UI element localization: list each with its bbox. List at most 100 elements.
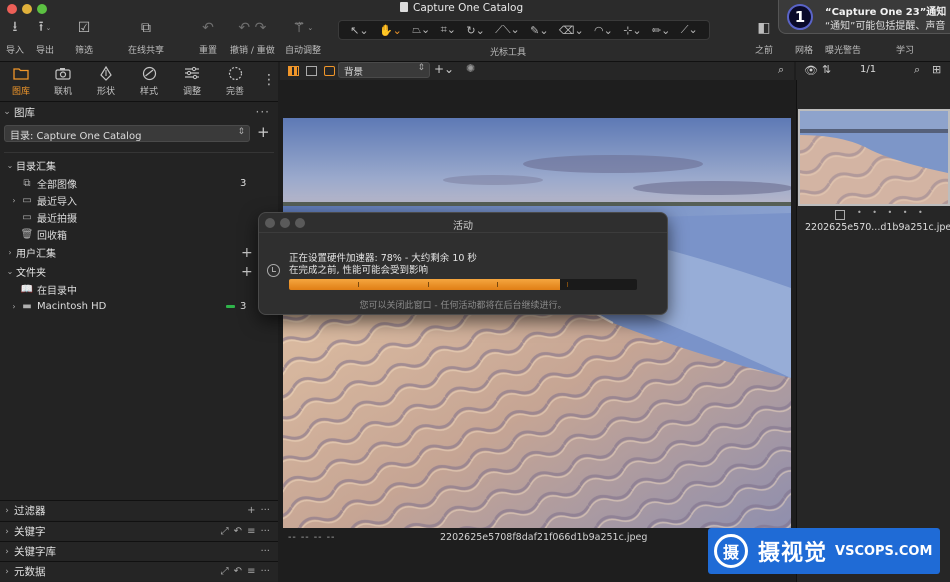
grid-view-icon[interactable]	[288, 66, 299, 76]
pan-hand-icon[interactable]: ✋⌄	[379, 24, 402, 37]
catalog-select[interactable]: 目录: Capture One Catalog ⇕	[4, 125, 250, 142]
more-options-icon[interactable]: ···	[260, 526, 270, 537]
import-button[interactable]: ⭳ 导入	[6, 18, 24, 56]
image-viewer[interactable]: -- -- -- -- 2202625e5708f8daf21f066d1b9a…	[280, 80, 794, 582]
folder-macintosh-hd[interactable]: › ▬ Macintosh HD 3	[4, 298, 274, 315]
tab-shape[interactable]: 形状	[85, 62, 127, 102]
book-icon: 📖	[20, 284, 34, 295]
eye-icon[interactable]: 👁	[804, 64, 818, 77]
notification-text: “通知”可能包括提醒、声音	[825, 21, 946, 32]
undo-icon[interactable]: ↶	[234, 566, 242, 577]
library-section-header[interactable]: ⌄ 图库 ···	[0, 102, 278, 122]
all-images-icon: ⧉	[23, 178, 31, 189]
before-after-icon: ◧	[757, 20, 771, 36]
collection-trash[interactable]: 🗑 回收箱	[4, 226, 274, 243]
filter-button[interactable]: ☑ 筛选	[75, 18, 93, 56]
picker-icon[interactable]: ⊹⌄	[623, 24, 641, 37]
keyword-library-section[interactable]: › 关键字库 ···	[0, 541, 278, 561]
undo-icon[interactable]: ↶	[234, 526, 242, 537]
select-checkbox[interactable]	[835, 210, 845, 220]
collection-recent-captures[interactable]: ▭ 最近拍摄	[4, 209, 274, 226]
eraser-icon[interactable]: ⌫⌄	[559, 24, 584, 37]
keywords-section[interactable]: › 关键字 ⤢ ↶ ≡ ···	[0, 521, 278, 541]
tab-library[interactable]: 图库	[0, 62, 42, 102]
cursor-tools-bar: ↖⌄ ✋⌄ ⏢⌄ ⌗⌄ ↻⌄ ⟋⟍⌄ ✎⌄ ⌫⌄ ◠⌄ ⊹⌄ ✏⌄ ⟋⌄	[338, 20, 710, 40]
single-view-icon[interactable]	[306, 66, 317, 76]
add-catalog-icon[interactable]: +	[257, 123, 270, 141]
close-window-button[interactable]	[7, 4, 17, 14]
tab-adjust[interactable]: 调整	[171, 62, 213, 102]
image-count: 1/1	[860, 64, 877, 75]
camera-icon	[55, 62, 71, 84]
hard-drive-icon: ▬	[22, 301, 32, 312]
watermark-banner: 摄 摄视觉 VSCOPS.COM	[708, 528, 940, 574]
annotate-icon[interactable]: ✏⌄	[652, 24, 670, 37]
expand-icon[interactable]: ⤢	[221, 566, 229, 577]
tool-tabs: 图库 联机 形状 样式 调整 完善 ⋮	[0, 62, 278, 102]
undo-redo-button[interactable]: ↶ ↷ 撤销 / 重做	[230, 18, 275, 56]
crop-icon[interactable]: ⌗⌄	[441, 23, 456, 37]
more-options-icon[interactable]: ···	[260, 546, 270, 557]
progress-tick	[358, 282, 359, 287]
sort-icon[interactable]: ⇅	[822, 63, 831, 76]
more-options-icon[interactable]: ···	[260, 566, 270, 577]
undo-redo-icon: ↶ ↷	[238, 20, 267, 36]
auto-adjust-button[interactable]: ⚚ ⌄ 自动调整	[285, 18, 321, 56]
gradient-icon[interactable]: ◠⌄	[594, 24, 613, 37]
share-online-button[interactable]: ⧉ 在线共享	[128, 18, 164, 56]
library-panel: ⌄ 图库 ··· 目录: Capture One Catalog ⇕ + ⌄ 目…	[0, 102, 278, 582]
export-button[interactable]: ⭱ ⌄ 导出	[36, 18, 54, 56]
reset-button[interactable]: ↶ 重置	[199, 18, 217, 56]
main-photo[interactable]	[283, 118, 791, 528]
list-icon[interactable]: ≡	[247, 526, 255, 537]
loupe-icon[interactable]: ⏢⌄	[412, 23, 430, 37]
chevron-right-icon: ›	[5, 566, 9, 577]
star-rating[interactable]: • • • • •	[857, 208, 927, 217]
user-collections-header[interactable]: › 用户汇集 +	[4, 244, 274, 261]
folder-in-catalog[interactable]: 📖 在目录中	[4, 281, 274, 298]
rotate-icon[interactable]: ↻⌄	[466, 24, 484, 37]
add-icon[interactable]: +⌄	[434, 62, 454, 76]
before-button[interactable]: ◧ 之前	[755, 18, 773, 56]
filters-section[interactable]: › 过滤器 + ···	[0, 500, 278, 520]
eyedropper-icon[interactable]: ⟋⌄	[681, 23, 698, 37]
zoom-window-button[interactable]	[37, 4, 47, 14]
select-cursor-icon[interactable]: ↖⌄	[350, 24, 368, 37]
tab-refine[interactable]: 完善	[214, 62, 256, 102]
window-title: Capture One Catalog	[400, 2, 580, 14]
cursor-tools-label: 光标工具	[490, 48, 527, 58]
add-filter-icon[interactable]: +	[247, 505, 255, 516]
more-options-icon[interactable]: ···	[260, 505, 270, 516]
add-folder-icon[interactable]: +	[241, 264, 253, 280]
grid-view-icon[interactable]: ⊞	[932, 63, 941, 76]
more-tabs-icon[interactable]: ⋮	[262, 72, 276, 88]
document-icon	[400, 2, 408, 12]
search-icon[interactable]: ⌕	[914, 63, 920, 77]
collection-all-images[interactable]: ⧉ 全部图像 3	[4, 175, 274, 192]
folders-header[interactable]: ⌄ 文件夹 +	[4, 263, 274, 280]
zoom-icon[interactable]: ⌕	[778, 63, 784, 77]
add-user-collection-icon[interactable]: +	[241, 245, 253, 261]
expand-icon[interactable]: ⤢	[221, 526, 229, 537]
tab-styles[interactable]: 样式	[128, 62, 170, 102]
keystone-icon[interactable]: ⟋⟍⌄	[495, 23, 520, 37]
notification-banner[interactable]: 1 “Capture One 23”通知 “通知”可能包括提醒、声音	[778, 0, 950, 34]
watermark-logo: 摄	[714, 534, 748, 568]
proof-view-icon[interactable]	[324, 66, 335, 76]
chevron-down-icon: ⌄	[6, 161, 14, 170]
thumbnail-filename: 2202625e570...d1b9a251c.jpeg	[805, 222, 950, 233]
thumbnail[interactable]	[798, 109, 950, 206]
collection-recent-imports[interactable]: › ▭ 最近导入	[4, 192, 274, 209]
background-select[interactable]: 背景 ⇕	[338, 62, 430, 78]
list-icon[interactable]: ≡	[247, 566, 255, 577]
clock-icon	[267, 264, 280, 277]
catalog-collections-header[interactable]: ⌄ 目录汇集	[4, 157, 274, 174]
tab-tether[interactable]: 联机	[42, 62, 84, 102]
updown-arrows-icon: ⇕	[237, 127, 245, 137]
chevron-right-icon: ›	[5, 526, 9, 537]
minimize-window-button[interactable]	[22, 4, 32, 14]
activity-dialog: 活动 正在设置硬件加速器: 78% - 大约剩余 10 秒 在完成之前, 性能可…	[258, 212, 668, 315]
more-options-icon[interactable]: ···	[256, 105, 270, 119]
brush-icon[interactable]: ✎⌄	[530, 24, 548, 37]
metadata-section[interactable]: › 元数据 ⤢ ↶ ≡ ···	[0, 561, 278, 581]
